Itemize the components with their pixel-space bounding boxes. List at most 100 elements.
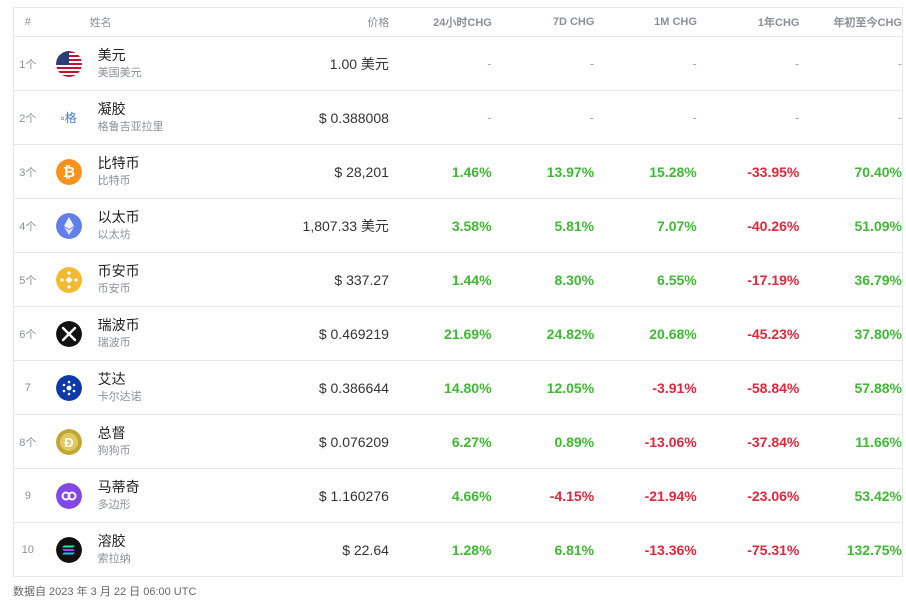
row-rank: 2个 bbox=[19, 112, 37, 125]
ethereum-icon bbox=[55, 212, 82, 239]
table-row[interactable]: 10 溶胶 索拉纳 $ 22.64 1.28% 6.81% -13.36% -75.31% 13… bbox=[14, 522, 902, 576]
change-1m: -13.36% bbox=[644, 541, 697, 558]
svg-text:Ð: Ð bbox=[64, 435, 73, 450]
polygon-icon bbox=[55, 482, 82, 509]
change-1m: 7.07% bbox=[657, 217, 697, 234]
asset-name[interactable]: 总督 bbox=[98, 425, 131, 442]
asset-name-cell[interactable]: 瑞波币 瑞波币 bbox=[42, 317, 239, 351]
row-rank: 5个 bbox=[19, 274, 37, 287]
table-row[interactable]: 1个 美元 美国美元 1.00 美元 - - - - - bbox=[14, 36, 902, 90]
asset-name-cell[interactable]: 美元 美国美元 bbox=[42, 47, 239, 81]
asset-name-cell[interactable]: 马蒂奇 多边形 bbox=[42, 479, 239, 513]
binance-icon bbox=[55, 266, 82, 293]
change-7d: - bbox=[589, 56, 595, 71]
broken-image-icon: ▫ 格 bbox=[60, 110, 77, 126]
asset-name-cell[interactable]: 币安币 币安币 bbox=[42, 263, 239, 297]
table-row[interactable]: 2个 ▫ 格 凝胶 格鲁吉亚拉里 $ 0.388008 - - - - - bbox=[14, 90, 902, 144]
broken-image-alt: 格 bbox=[64, 111, 77, 125]
change-ytd: 132.75% bbox=[846, 541, 902, 558]
table-row[interactable]: 4个 以太币 以太坊 1,807.33 美元 3.58% 5.81% 7.07% -40.26… bbox=[14, 198, 902, 252]
asset-name[interactable]: 凝胶 bbox=[98, 101, 164, 118]
asset-name[interactable]: 比特币 bbox=[98, 155, 140, 172]
svg-text:₿: ₿ bbox=[63, 164, 75, 181]
change-ytd: 36.79% bbox=[854, 271, 902, 288]
asset-fullname: 美国美元 bbox=[97, 66, 142, 79]
asset-fullname: 瑞波币 bbox=[97, 336, 131, 349]
change-ytd: 51.09% bbox=[854, 217, 902, 234]
change-24h: 1.46% bbox=[451, 163, 492, 180]
row-rank: 9 bbox=[24, 489, 31, 502]
asset-name[interactable]: 艾达 bbox=[98, 371, 142, 388]
asset-fullname: 比特币 bbox=[97, 174, 131, 187]
header-name: 姓名 bbox=[42, 14, 240, 30]
change-7d: 13.97% bbox=[546, 163, 595, 180]
asset-price: $ 0.386644 bbox=[318, 379, 389, 396]
cardano-icon bbox=[55, 374, 82, 401]
change-7d: 5.81% bbox=[554, 217, 595, 234]
bitcoin-icon: ₿ bbox=[55, 158, 82, 185]
asset-fullname: 卡尔达诺 bbox=[97, 390, 142, 403]
asset-name-cell[interactable]: Ð 总督 狗狗币 bbox=[42, 425, 239, 459]
change-7d: 6.81% bbox=[554, 541, 595, 558]
asset-name[interactable]: 溶胶 bbox=[98, 533, 131, 550]
asset-name[interactable]: 美元 bbox=[98, 47, 142, 64]
change-1y: -37.84% bbox=[747, 433, 800, 450]
change-1y: -45.23% bbox=[747, 325, 800, 342]
change-24h: 4.66% bbox=[451, 487, 492, 504]
table-header: # 姓名 价格 24小时CHG 7D CHG 1M CHG 1年CHG 年初至今… bbox=[14, 8, 902, 36]
asset-name[interactable]: 币安币 bbox=[98, 263, 140, 280]
usd-flag-icon bbox=[55, 50, 82, 77]
change-ytd: - bbox=[897, 56, 902, 71]
asset-name-cell[interactable]: 艾达 卡尔达诺 bbox=[42, 371, 239, 405]
asset-price: $ 337.27 bbox=[334, 271, 389, 288]
change-1m: - bbox=[692, 56, 697, 71]
change-7d: 8.30% bbox=[554, 271, 595, 288]
asset-price: 1.00 美元 bbox=[329, 55, 389, 72]
header-1m-change: 1M CHG bbox=[654, 16, 697, 28]
change-1m: 15.28% bbox=[649, 163, 697, 180]
asset-fullname: 币安币 bbox=[97, 282, 131, 295]
asset-name-cell[interactable]: 以太币 以太坊 bbox=[42, 209, 239, 243]
change-24h: - bbox=[487, 110, 492, 125]
row-rank: 10 bbox=[21, 543, 34, 556]
asset-fullname: 多边形 bbox=[97, 498, 131, 511]
table-row[interactable]: 5个 币安币 币安币 $ 337.27 1.44% 8.30% 6.55% -17.19% 36… bbox=[14, 252, 902, 306]
change-24h: - bbox=[487, 56, 492, 71]
asset-fullname: 以太坊 bbox=[97, 228, 131, 241]
change-7d: -4.15% bbox=[549, 487, 595, 504]
row-rank: 8个 bbox=[19, 436, 37, 449]
asset-price: $ 0.388008 bbox=[318, 109, 389, 126]
change-1m: -13.06% bbox=[644, 433, 697, 450]
change-24h: 3.58% bbox=[451, 217, 492, 234]
asset-name-cell[interactable]: 溶胶 索拉纳 bbox=[42, 533, 239, 567]
change-1m: - bbox=[692, 110, 697, 125]
table-row[interactable]: 8个 Ð 总督 狗狗币 $ 0.076209 6.27% 0.89% -13.06% -37.8… bbox=[14, 414, 902, 468]
table-row[interactable]: 7 艾达 卡尔达诺 $ 0.386644 14.80% 12.05% -3.91% -58.8… bbox=[14, 360, 902, 414]
table-row[interactable]: 9 马蒂奇 多边形 $ 1.160276 4.66% -4.15% -21.94% -23.0… bbox=[14, 468, 902, 522]
change-ytd: 70.40% bbox=[854, 163, 902, 180]
change-ytd: 37.80% bbox=[854, 325, 902, 342]
asset-name-cell[interactable]: ₿ 比特币 比特币 bbox=[42, 155, 239, 189]
header-24h-change: 24小时CHG bbox=[433, 17, 492, 29]
asset-name[interactable]: 以太币 bbox=[98, 209, 140, 226]
asset-name-cell[interactable]: ▫ 格 凝胶格鲁吉亚拉里 bbox=[42, 101, 239, 135]
change-24h: 1.44% bbox=[451, 271, 492, 288]
row-rank: 6个 bbox=[19, 328, 37, 341]
solana-icon bbox=[55, 536, 82, 563]
header-name-label: 姓名 bbox=[89, 17, 112, 29]
change-1y: -17.19% bbox=[747, 271, 800, 288]
asset-name[interactable]: 瑞波币 bbox=[98, 317, 140, 334]
change-24h: 1.28% bbox=[451, 541, 492, 558]
table-row[interactable]: 3个 ₿ 比特币 比特币 $ 28,201 1.46% 13.97% 15.28% -33.95… bbox=[14, 144, 902, 198]
table-row[interactable]: 6个 瑞波币 瑞波币 $ 0.469219 21.69% 24.82% 20.68% -45.… bbox=[14, 306, 902, 360]
asset-price: $ 1.160276 bbox=[318, 487, 389, 504]
asset-price: 1,807.33 美元 bbox=[302, 217, 389, 234]
data-timestamp-note: 数据自 2023 年 3 月 22 日 06:00 UTC bbox=[13, 586, 197, 598]
asset-price: $ 0.469219 bbox=[318, 325, 389, 342]
asset-name[interactable]: 马蒂奇 bbox=[98, 479, 140, 496]
change-ytd: 11.66% bbox=[855, 433, 902, 450]
xrp-icon bbox=[55, 320, 82, 347]
change-ytd: 57.88% bbox=[854, 379, 902, 396]
asset-fullname: 格鲁吉亚拉里 bbox=[97, 120, 164, 133]
row-rank: 4个 bbox=[19, 220, 37, 233]
